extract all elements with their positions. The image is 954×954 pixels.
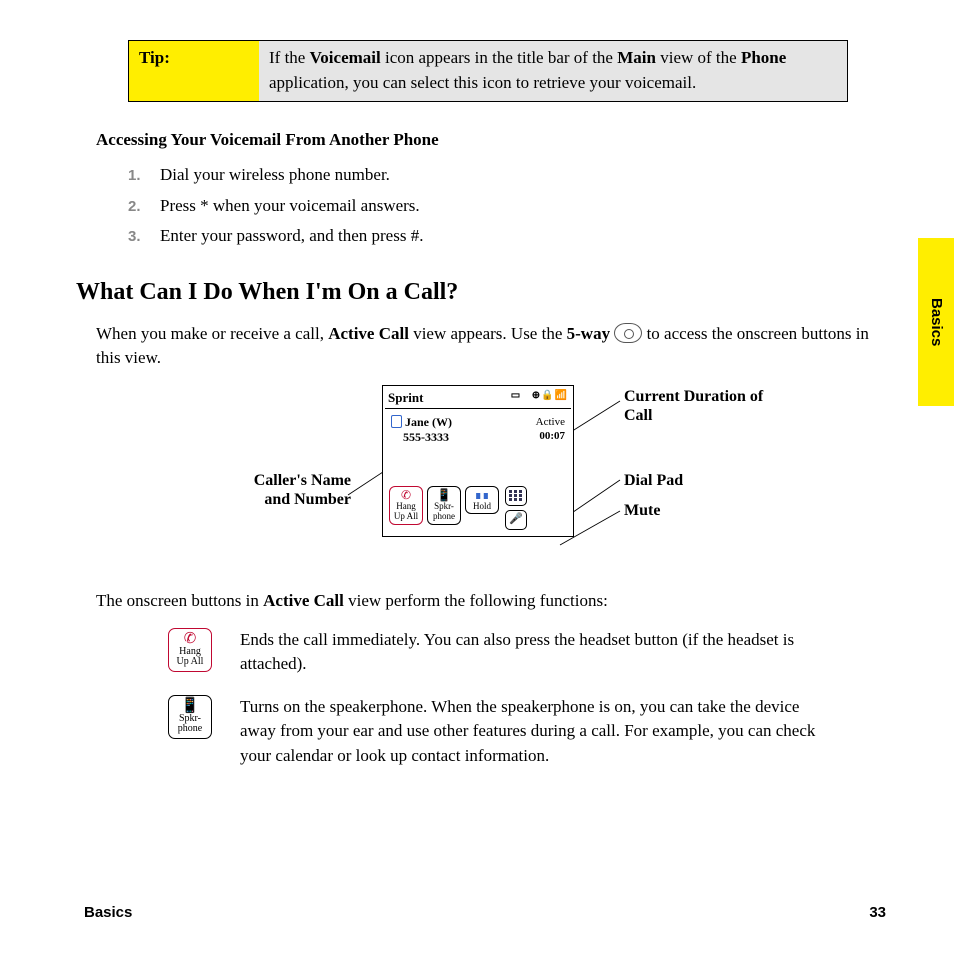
diagram: Caller's Name and Number Current Duratio… [96,385,856,575]
page-number: 33 [869,902,886,924]
list-item: Dial your wireless phone number. [128,163,886,188]
t: Main [617,48,656,67]
section-tab: Basics [918,238,954,406]
t: Active Call [328,324,409,343]
dialpad-button[interactable] [505,486,527,506]
callout-caller: Caller's Name and Number [236,471,351,509]
function-row: ✆ HangUp All Ends the call immediately. … [168,628,886,677]
speaker-icon: 📱 [437,489,452,501]
section-tab-label: Basics [925,298,947,346]
tip-label: Tip: [129,41,259,101]
call-status: Active [536,416,565,428]
callout-duration: Current Duration of Call [624,387,794,425]
status-icons: ▭ ⊕🔒📶 [511,389,568,408]
t: The onscreen buttons in [96,591,263,610]
phone-icon: ✆ [171,632,209,647]
hangup-button[interactable]: ✆ HangUp All [389,486,423,525]
t: view appears. Use the [409,324,567,343]
pause-icon: ∎∎ [474,489,489,501]
list-item: Press * when your voicemail answers. [128,194,886,219]
list-item: Enter your password, and then press #. [128,224,886,249]
tip-body: If the Voicemail icon appears in the tit… [259,41,847,101]
t: Active Call [263,591,344,610]
status-block: Active 00:07 [536,415,565,446]
speakerphone-button[interactable]: 📱 Spkr-phone [427,486,461,525]
functions-intro: The onscreen buttons in Active Call view… [96,589,886,614]
t: If the [269,48,310,67]
t: view perform the following functions: [344,591,608,610]
function-text: Ends the call immediately. You can also … [240,628,830,677]
t: Voicemail [310,48,381,67]
speaker-icon: 📱 [171,699,209,714]
tip-box: Tip: If the Voicemail icon appears in th… [128,40,848,102]
caller-name: Jane (W) [405,415,452,429]
callout-mute: Mute [624,501,660,520]
t: When you make or receive a call, [96,324,328,343]
page-footer: Basics 33 [84,902,886,924]
speakerphone-icon-sample: 📱 Spkr-phone [168,695,212,739]
caller-number: 555-3333 [403,430,449,444]
callout-dialpad: Dial Pad [624,471,683,490]
hold-button[interactable]: ∎∎ Hold [465,486,499,514]
function-text: Turns on the speakerphone. When the spea… [240,695,830,769]
caller-block: Jane (W) 555-3333 [391,415,452,446]
call-duration: 00:07 [539,430,565,442]
t: Phone [741,48,786,67]
page-heading: What Can I Do When I'm On a Call? [76,275,886,310]
fiveway-icon [614,323,642,343]
footer-section: Basics [84,902,132,924]
phone-screenshot: Sprint ▭ ⊕🔒📶 Jane (W) 555-3333 Active 00… [382,385,574,537]
mic-icon: 🎤 [509,514,523,525]
section-heading: Accessing Your Voicemail From Another Ph… [96,128,886,153]
mute-button[interactable]: 🎤 [505,510,527,530]
intro-paragraph: When you make or receive a call, Active … [96,322,886,371]
hangup-icon-sample: ✆ HangUp All [168,628,212,672]
function-row: 📱 Spkr-phone Turns on the speakerphone. … [168,695,886,769]
phone-icon: ✆ [401,489,411,501]
phone-titlebar: Sprint [388,389,423,408]
t: icon appears in the title bar of the [381,48,618,67]
t: 5-way [567,324,610,343]
t: application, you can select this icon to… [269,73,696,92]
steps-list: Dial your wireless phone number. Press *… [128,163,886,249]
t: view of the [656,48,741,67]
contact-icon [391,415,402,428]
grid-icon [509,489,523,502]
